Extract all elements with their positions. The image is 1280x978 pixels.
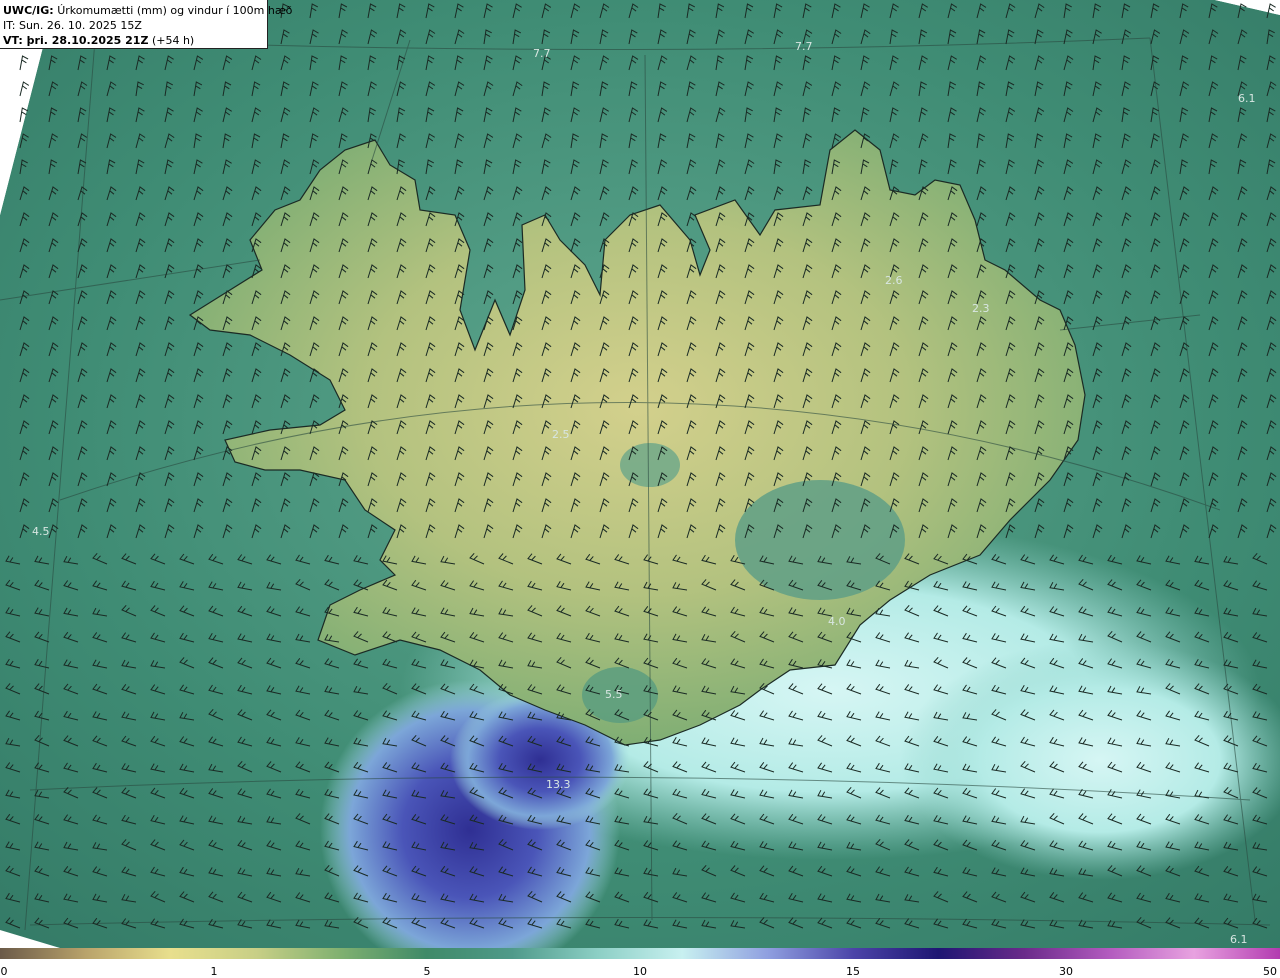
colorbar-tick: 0 xyxy=(0,965,8,978)
colorbar-tick: 5 xyxy=(423,965,431,978)
map-value-label: 2.6 xyxy=(885,274,903,287)
map-value-label: 7.7 xyxy=(795,40,813,53)
map-value-label: 2.5 xyxy=(552,428,570,441)
map-value-label: 7.7 xyxy=(533,47,551,60)
colorbar-tick: 10 xyxy=(633,965,647,978)
map-value-label: 4.5 xyxy=(32,525,50,538)
initial-time: IT: Sun. 26. 10. 2025 15Z xyxy=(3,19,142,32)
map-value-label: 6.1 xyxy=(1238,92,1256,105)
glacier-area xyxy=(620,443,680,487)
map-value-label: 2.3 xyxy=(972,302,990,315)
colorbar-tick: 30 xyxy=(1059,965,1073,978)
product-title: Úrkomumætti (mm) og vindur í 100m hæð xyxy=(57,4,293,17)
colorbar-tick: 15 xyxy=(846,965,860,978)
title-line: UWC/IG: Úrkomumætti (mm) og vindur í 100… xyxy=(3,3,292,18)
map-value-label: 4.0 xyxy=(828,615,846,628)
forecast-map: 7.7 7.7 6.1 2.6 2.3 2.5 4.5 4.0 5.5 13.3… xyxy=(0,0,1280,948)
product-code: UWC/IG: xyxy=(3,4,54,17)
map-value-label: 13.3 xyxy=(546,778,571,791)
map-value-label: 6.1 xyxy=(1230,933,1248,946)
colorbar-legend: 0 1 5 10 15 30 50 xyxy=(0,948,1280,978)
valid-time: VT: þri. 28.10.2025 21Z xyxy=(3,34,149,47)
valid-time-line: VT: þri. 28.10.2025 21Z (+54 h) xyxy=(3,33,267,48)
lead-time: (+54 h) xyxy=(151,34,195,47)
map-header: UWC/IG: Úrkomumætti (mm) og vindur í 100… xyxy=(0,0,292,49)
colorbar-tick: 1 xyxy=(210,965,218,978)
colorbar-tick: 50 xyxy=(1263,965,1277,978)
map-value-label: 5.5 xyxy=(605,688,623,701)
colorbar-strip xyxy=(0,948,1280,959)
map-canvas: 7.7 7.7 6.1 2.6 2.3 2.5 4.5 4.0 5.5 13.3… xyxy=(0,0,1280,948)
